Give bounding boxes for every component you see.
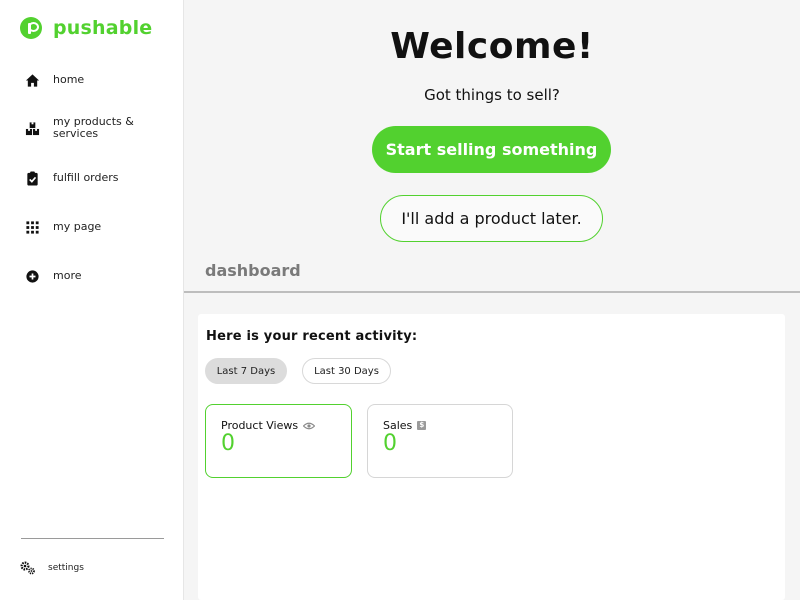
sidebar-item-products[interactable]: my products & services (0, 110, 184, 146)
sidebar-item-settings[interactable]: settings (20, 561, 84, 575)
sidebar-item-home[interactable]: home (0, 62, 184, 98)
welcome-title: Welcome! (390, 26, 594, 67)
grid-icon (26, 220, 39, 234)
sidebar: pushable home my products & services ful… (0, 0, 184, 600)
sidebar-divider (21, 538, 164, 539)
sidebar-item-label: fulfill orders (53, 171, 119, 184)
product-views-value: 0 (221, 431, 235, 456)
main-content: Welcome! Got things to sell? Start selli… (184, 0, 800, 600)
sidebar-item-label: my products & services (53, 115, 134, 140)
recent-activity-card: Here is your recent activity: Last 7 Day… (198, 314, 785, 600)
sidebar-item-more[interactable]: more (0, 258, 184, 294)
add-product-later-button[interactable]: I'll add a product later. (380, 195, 603, 242)
pushable-logo-icon (20, 17, 42, 39)
range-last-30-days-button[interactable]: Last 30 Days (302, 358, 391, 384)
dashboard-divider (184, 291, 800, 293)
sidebar-item-orders[interactable]: fulfill orders (0, 160, 184, 196)
dollar-icon: $ (417, 421, 427, 430)
range-last-7-days-button[interactable]: Last 7 Days (205, 358, 287, 384)
boxes-icon (25, 121, 40, 135)
clipboard-check-icon (27, 170, 38, 186)
gears-icon (20, 561, 35, 575)
settings-label: settings (48, 563, 84, 573)
dashboard-heading: dashboard (205, 261, 301, 280)
brand[interactable]: pushable (20, 17, 152, 39)
home-icon (25, 73, 40, 87)
page-edge-strip (785, 498, 800, 600)
plus-circle-icon (26, 269, 39, 283)
eye-icon (303, 422, 316, 429)
stat-label-row: Product Views (221, 419, 316, 432)
sales-value: 0 (383, 431, 397, 456)
app: pushable home my products & services ful… (0, 0, 800, 600)
welcome-subtitle: Got things to sell? (424, 86, 560, 104)
sidebar-item-label: my page (53, 220, 102, 233)
recent-activity-title: Here is your recent activity: (206, 329, 418, 344)
sidebar-item-my-page[interactable]: my page (0, 209, 184, 245)
brand-name: pushable (53, 17, 153, 39)
sidebar-item-label: home (53, 73, 85, 86)
start-selling-button[interactable]: Start selling something (372, 126, 611, 173)
sidebar-item-label: more (53, 269, 82, 282)
sales-stat[interactable]: Sales $ 0 (367, 404, 513, 478)
product-views-stat[interactable]: Product Views 0 (205, 404, 352, 478)
